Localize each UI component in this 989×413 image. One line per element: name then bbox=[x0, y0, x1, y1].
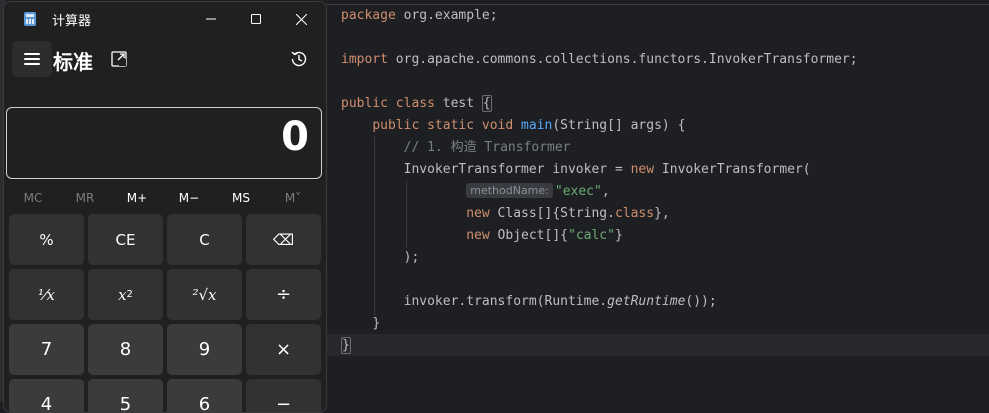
parameter-hint: methodName: bbox=[466, 183, 553, 198]
square-root-label: ²√x bbox=[192, 285, 217, 304]
code-line-close-class: } bbox=[341, 335, 351, 357]
reciprocal-button[interactable]: ¹⁄x bbox=[9, 269, 84, 320]
maximize-button[interactable] bbox=[233, 6, 279, 32]
history-button[interactable] bbox=[289, 49, 309, 69]
maximize-icon bbox=[251, 14, 261, 24]
subtract-button[interactable]: − bbox=[246, 379, 321, 412]
memory-subtract-button[interactable]: M− bbox=[163, 188, 215, 208]
memory-store-button[interactable]: MS bbox=[215, 188, 267, 208]
digit-7-button[interactable]: 7 bbox=[9, 324, 84, 375]
backspace-icon: ⌫ bbox=[272, 230, 295, 249]
code-line-arg2: new Class[]{String.class}, bbox=[466, 206, 670, 221]
clear-entry-button[interactable]: CE bbox=[88, 214, 163, 265]
code-line-arg1: methodName: "exec", bbox=[341, 181, 610, 203]
reciprocal-label: ¹⁄x bbox=[38, 285, 55, 304]
memory-add-button[interactable]: M+ bbox=[111, 188, 163, 208]
square-button[interactable]: x2 bbox=[88, 269, 163, 320]
code-line-package: package org.example; bbox=[341, 8, 498, 23]
clear-button[interactable]: C bbox=[167, 214, 242, 265]
keep-on-top-button[interactable] bbox=[110, 50, 128, 68]
calculator-app-icon bbox=[24, 12, 36, 26]
square-exponent: 2 bbox=[126, 289, 133, 300]
backspace-button[interactable]: ⌫ bbox=[246, 214, 321, 265]
matched-brace: } bbox=[341, 337, 351, 354]
hamburger-icon bbox=[24, 53, 40, 65]
close-icon bbox=[295, 13, 307, 25]
code-line-main: public static void main(String[] args) { bbox=[372, 118, 686, 133]
square-base: x bbox=[118, 285, 127, 304]
calculator-header: 标准 bbox=[4, 40, 326, 80]
digit-4-button[interactable]: 4 bbox=[9, 379, 84, 412]
digit-5-button[interactable]: 5 bbox=[88, 379, 163, 412]
calculator-window[interactable]: 计算器 标准 0 MC MR M+ M− MS M˅ % CE C ⌫ ¹⁄x … bbox=[3, 1, 327, 413]
code-line-transform: invoker.transform(Runtime.getRuntime()); bbox=[403, 294, 717, 309]
code-line-close-paren: ); bbox=[403, 250, 420, 265]
multiply-button[interactable]: × bbox=[246, 324, 321, 375]
matched-brace: { bbox=[481, 95, 492, 112]
code-line-comment: // 1. 构造 Transformer bbox=[403, 140, 571, 155]
code-line-decl: InvokerTransformer invoker = new Invoker… bbox=[403, 162, 811, 177]
result-display: 0 bbox=[6, 107, 322, 179]
display-value: 0 bbox=[281, 114, 309, 160]
square-root-button[interactable]: ²√x bbox=[167, 269, 242, 320]
code-line-close-method: } bbox=[372, 316, 381, 331]
divide-button[interactable]: ÷ bbox=[246, 269, 321, 320]
code-line-class: public class test { bbox=[341, 95, 492, 112]
memory-clear-button[interactable]: MC bbox=[7, 188, 59, 208]
mode-title: 标准 bbox=[53, 50, 93, 74]
minimize-icon bbox=[206, 18, 216, 20]
history-icon bbox=[291, 51, 307, 67]
navigation-menu-button[interactable] bbox=[12, 41, 52, 77]
current-line-highlight bbox=[326, 334, 989, 356]
close-button[interactable] bbox=[278, 6, 324, 32]
memory-list-button[interactable]: M˅ bbox=[267, 188, 319, 208]
memory-row: MC MR M+ M− MS M˅ bbox=[4, 188, 326, 210]
title-bar[interactable]: 计算器 bbox=[4, 2, 326, 36]
code-line-import: import org.apache.commons.collections.fu… bbox=[341, 52, 858, 67]
digit-9-button[interactable]: 9 bbox=[167, 324, 242, 375]
code-line-arg3: new Object[]{"calc"} bbox=[466, 228, 623, 243]
minimize-button[interactable] bbox=[188, 6, 234, 32]
digit-6-button[interactable]: 6 bbox=[167, 379, 242, 412]
keep-on-top-icon bbox=[111, 51, 127, 67]
memory-recall-button[interactable]: MR bbox=[59, 188, 111, 208]
window-title: 计算器 bbox=[52, 14, 92, 29]
percent-button[interactable]: % bbox=[9, 214, 84, 265]
digit-8-button[interactable]: 8 bbox=[88, 324, 163, 375]
